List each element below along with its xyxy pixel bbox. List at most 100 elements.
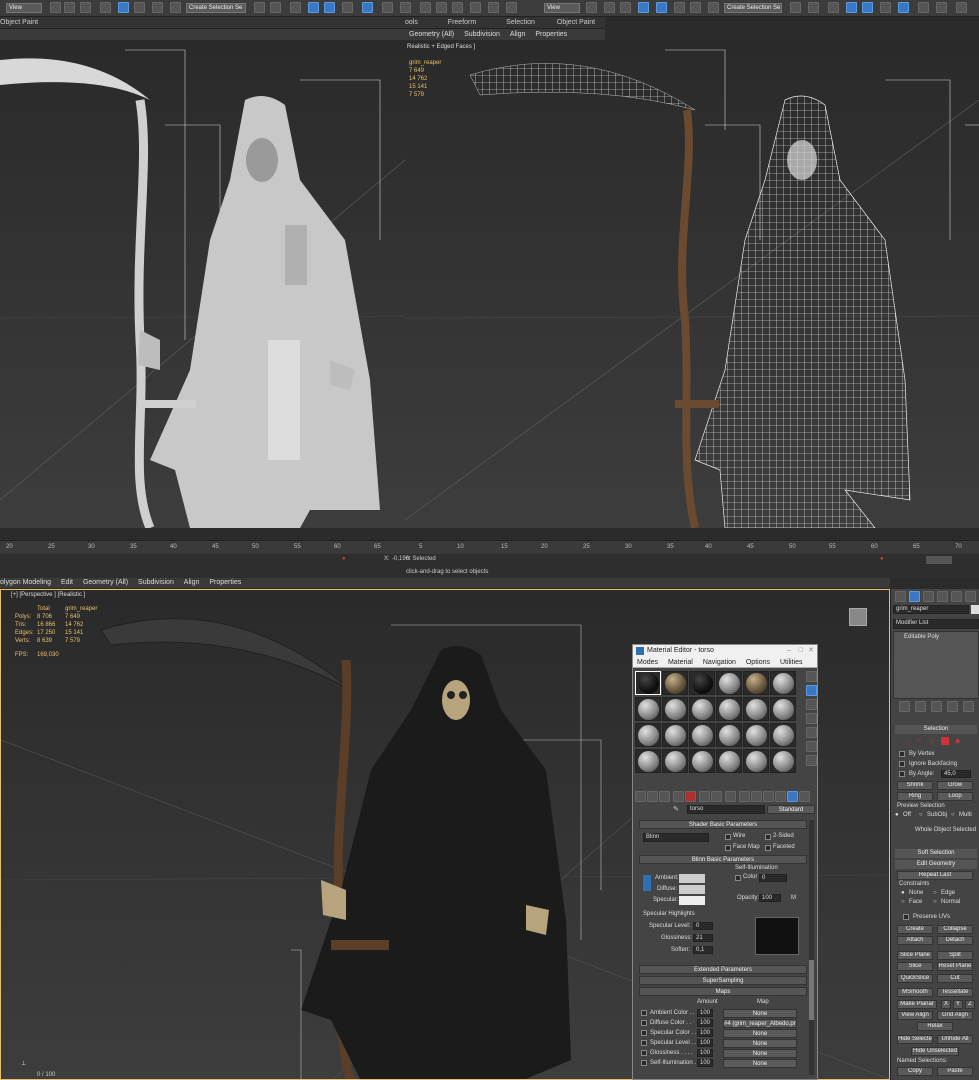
angle-snap-right-icon[interactable] [656, 2, 667, 13]
specular-swatch[interactable] [679, 896, 705, 905]
options-icon[interactable] [806, 755, 817, 766]
vertex-icon[interactable]: ∴ [905, 737, 909, 745]
sample-slot[interactable] [716, 749, 742, 773]
hierarchy-tab-icon[interactable] [923, 591, 934, 602]
supersampling-rollout[interactable]: SuperSampling [639, 976, 807, 985]
object-name-field[interactable]: grim_reaper [893, 605, 969, 614]
preview-subobj-radio[interactable]: ○ [919, 812, 923, 818]
grow-button[interactable]: Grow [937, 781, 973, 790]
unhide-all-button[interactable]: Unhide All [937, 1035, 973, 1044]
sample-slot[interactable] [662, 749, 688, 773]
display-tab-icon[interactable] [951, 591, 962, 602]
menu-options[interactable]: Options [746, 659, 770, 666]
repeat-last-button[interactable]: Repeat Last [897, 871, 973, 880]
get-material-icon[interactable] [635, 791, 646, 802]
render-right-icon[interactable] [936, 2, 947, 13]
detach-button[interactable]: Detach [937, 936, 973, 945]
faceted-checkbox[interactable] [765, 845, 771, 851]
map-amount[interactable]: 100 [697, 1039, 713, 1047]
copy-button[interactable]: Copy [897, 1067, 933, 1076]
view-align-button[interactable]: View Align [897, 1011, 933, 1020]
menu-modes[interactable]: Modes [637, 659, 658, 666]
unlink-icon[interactable] [436, 2, 447, 13]
face-map-checkbox[interactable] [725, 845, 731, 851]
tab-tools[interactable]: ools [405, 19, 418, 26]
show-end-result-icon[interactable] [751, 791, 762, 802]
lock-icon-right[interactable]: ● [880, 556, 884, 562]
selection-set-dropdown-right[interactable]: Create Selection Se [724, 3, 782, 13]
sample-slot[interactable] [662, 697, 688, 721]
frame-counter[interactable]: 0 / 100 [37, 1072, 55, 1078]
assign-to-selection-icon[interactable] [659, 791, 670, 802]
opacity-map-button[interactable]: M [791, 895, 796, 901]
sample-slot[interactable] [635, 697, 661, 721]
shader-dropdown[interactable]: Blinn [643, 833, 709, 842]
pick-material-icon[interactable] [787, 791, 798, 802]
constraint-face-radio[interactable]: ○ [901, 899, 905, 905]
msmooth-button[interactable]: MSmooth [897, 988, 933, 997]
show-shaded-icon[interactable] [739, 791, 750, 802]
map-enable-checkbox[interactable] [641, 1040, 647, 1046]
sample-slot[interactable] [743, 749, 769, 773]
quickslice-button[interactable]: QuickSlice [897, 974, 933, 983]
timeline-left[interactable]: 20 25 30 35 40 45 50 55 60 65 [0, 540, 405, 554]
map-button[interactable]: #4 (grim_reaper_Albedo.png) [723, 1019, 797, 1028]
tab-subdivision-bottom[interactable]: Subdivision [138, 579, 174, 586]
planar-z-button[interactable]: Z [965, 1000, 975, 1009]
utilities-tab-icon[interactable] [965, 591, 976, 602]
align-right-icon[interactable] [808, 2, 819, 13]
lock-ambient-diffuse-icon[interactable] [643, 875, 651, 891]
ribbon-icon[interactable] [324, 2, 335, 13]
constraint-none-radio[interactable]: ● [901, 890, 905, 896]
menu-navigation[interactable]: Navigation [703, 659, 736, 666]
tab-properties-bottom[interactable]: Properties [209, 579, 241, 586]
percent-snap-icon[interactable] [134, 2, 145, 13]
sample-slot[interactable] [689, 697, 715, 721]
align-icon[interactable] [270, 2, 281, 13]
polygon-icon[interactable] [941, 737, 949, 745]
maximize-icon[interactable]: □ [799, 645, 803, 657]
map-amount[interactable]: 100 [697, 1059, 713, 1067]
make-planar-button[interactable]: Make Planar [897, 1000, 937, 1009]
slice-plane-button[interactable]: Slice Plane [897, 951, 933, 960]
relax-button[interactable]: Relax [917, 1022, 953, 1031]
rotate-icon[interactable] [80, 2, 91, 13]
map-button[interactable]: None [723, 1009, 797, 1018]
ring-button[interactable]: Ring [897, 792, 933, 801]
modifier-list-dropdown[interactable]: Modifier List [893, 619, 979, 629]
tab-object-paint-right[interactable]: Object Paint [557, 19, 595, 26]
modify-tab-icon[interactable] [909, 591, 920, 602]
material-editor-titlebar[interactable]: Material Editor - torso – □ ✕ [633, 645, 817, 657]
planar-x-button[interactable]: X [941, 1000, 951, 1009]
self-illum-value[interactable]: 0 [759, 874, 787, 882]
render-frame-icon[interactable] [956, 2, 967, 13]
stack-item-editable-poly[interactable]: Editable Poly [904, 634, 939, 640]
eyedropper-icon[interactable]: ✎ [673, 805, 679, 813]
lock-icon[interactable]: ● [342, 556, 346, 562]
sample-slot[interactable] [743, 697, 769, 721]
move-icon[interactable] [64, 2, 75, 13]
reset-plane-button[interactable]: Reset Plane [937, 962, 973, 971]
viewport-top-left[interactable] [0, 40, 405, 528]
map-amount[interactable]: 100 [697, 1009, 713, 1017]
soften-value[interactable]: 0,1 [693, 946, 713, 954]
bind-icon[interactable] [452, 2, 463, 13]
cut-button[interactable]: Cut [937, 974, 973, 983]
sample-slot[interactable] [770, 749, 796, 773]
select-by-material-icon[interactable] [799, 791, 810, 802]
map-amount[interactable]: 100 [697, 1049, 713, 1057]
collapse-button[interactable]: Collapse [937, 925, 973, 934]
edge-icon[interactable]: ⟋ [917, 737, 922, 745]
slice-button[interactable]: Slice [897, 962, 933, 971]
sample-slot[interactable] [743, 723, 769, 747]
tab-freeform[interactable]: Freeform [448, 19, 476, 26]
tab-geometry-all[interactable]: Geometry (All) [409, 31, 454, 38]
background-icon[interactable] [806, 699, 817, 710]
tab-align[interactable]: Align [510, 31, 526, 38]
grid-align-button[interactable]: Grid Align [937, 1011, 973, 1020]
scene-explorer-icon[interactable] [308, 2, 319, 13]
loop-button[interactable]: Loop [937, 792, 973, 801]
tab-object-paint[interactable]: Object Paint [0, 19, 38, 26]
menu-material[interactable]: Material [668, 659, 693, 666]
show-end-result-stack-icon[interactable] [915, 701, 926, 712]
